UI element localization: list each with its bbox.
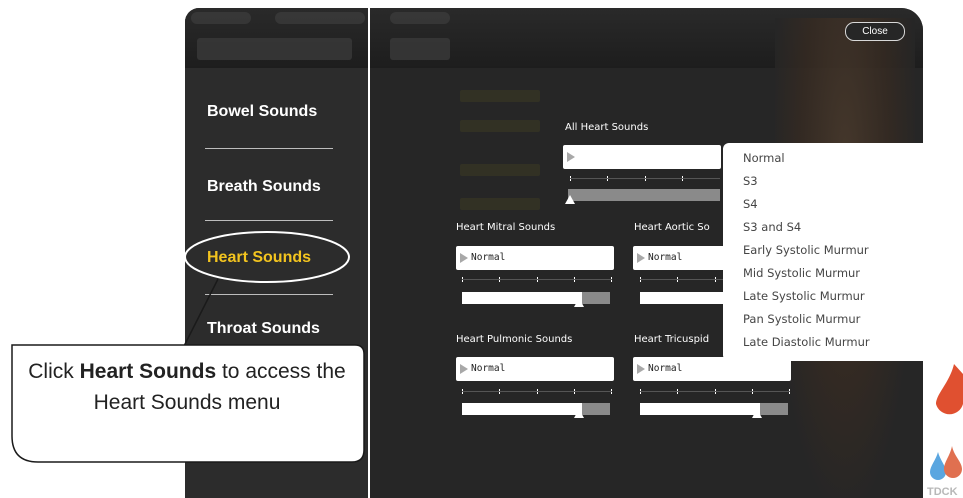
highlight-ellipse	[184, 231, 350, 283]
callout-pointer	[179, 278, 219, 355]
callout-bold: Heart Sounds	[79, 360, 217, 383]
callout-prefix: Click	[28, 360, 80, 383]
callout-text: Click Heart Sounds to access the Heart S…	[14, 356, 360, 418]
callout-graphics	[11, 231, 365, 463]
